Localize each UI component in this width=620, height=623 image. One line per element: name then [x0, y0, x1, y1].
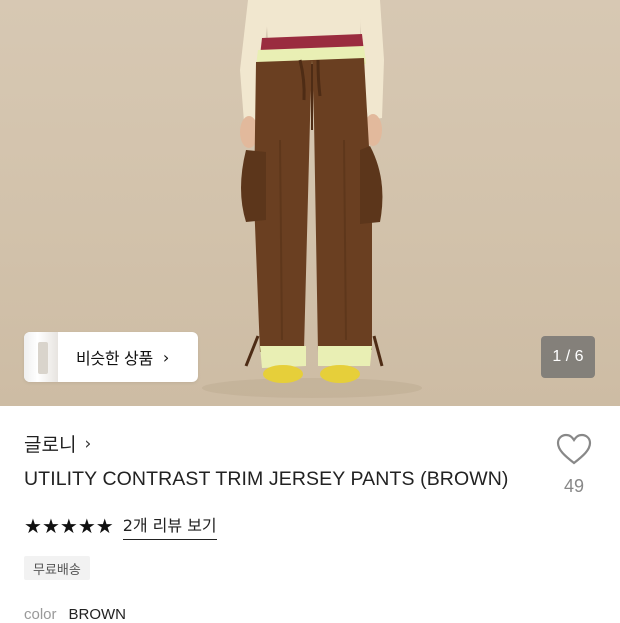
pager-current: 1 — [552, 348, 562, 365]
brand-name: 글로니 — [24, 434, 77, 456]
rating-row: ★ ★ ★ ★ ★ 2개 리뷰 보기 — [24, 512, 217, 540]
pager-separator: / — [561, 348, 575, 365]
chevron-right-icon: › — [84, 433, 92, 454]
brand-link[interactable]: 글로니 › — [24, 430, 91, 457]
image-pager: 1 / 6 — [541, 336, 595, 378]
product-image[interactable]: 비슷한 상품 › 1 / 6 — [0, 0, 620, 406]
color-label: color — [24, 606, 57, 623]
heart-icon — [556, 433, 592, 465]
star-icon: ★ — [77, 514, 96, 538]
rating-stars: ★ ★ ★ ★ ★ — [24, 514, 114, 538]
product-title: UTILITY CONTRAST TRIM JERSEY PANTS (BROW… — [24, 468, 509, 490]
color-value: BROWN — [68, 606, 127, 623]
chevron-right-icon: › — [162, 347, 170, 367]
similar-product-thumbnail — [24, 332, 58, 382]
star-icon: ★ — [24, 514, 42, 538]
similar-products-label: 비슷한 상품 — [76, 349, 153, 368]
similar-products-button[interactable]: 비슷한 상품 › — [24, 332, 198, 382]
free-shipping-badge: 무료배송 — [24, 556, 90, 580]
reviews-link[interactable]: 2개 리뷰 보기 — [122, 512, 217, 540]
star-icon: ★ — [95, 514, 114, 538]
star-icon: ★ — [41, 514, 60, 538]
wishlist-button[interactable]: 49 — [550, 432, 598, 497]
star-icon: ★ — [59, 514, 78, 538]
color-option: color BROWN — [24, 606, 126, 623]
wishlist-count: 49 — [563, 476, 585, 496]
pager-total: 6 — [574, 348, 584, 365]
